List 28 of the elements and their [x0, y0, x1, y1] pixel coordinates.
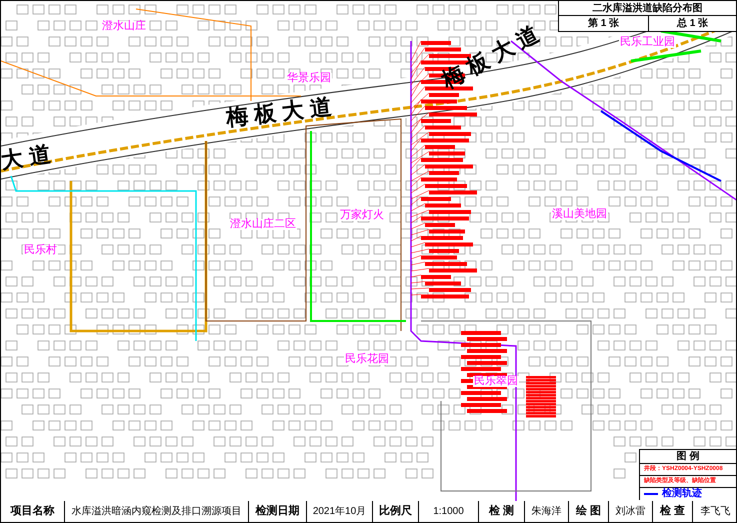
- area-name: 澄水山庄: [101, 21, 147, 32]
- road-name: 梅板大道: [225, 95, 339, 129]
- legend-title: 图 例: [640, 450, 736, 464]
- road-name: 梅板大道: [438, 20, 548, 92]
- footer-label: 项目名称: [1, 501, 65, 522]
- area-name: 华景乐园: [286, 73, 332, 84]
- sheet-number: 第 1 张: [559, 16, 649, 31]
- footer-value: 朱海洋: [525, 501, 569, 522]
- area-name: 溪山美地园: [551, 209, 608, 220]
- sheet-total: 总 1 张: [676, 16, 710, 31]
- footer-label: 检测日期: [249, 501, 307, 522]
- footer-label: 比例尺: [373, 501, 419, 522]
- footer-label: 检 测: [479, 501, 525, 522]
- footer-value: 2021年10月: [307, 501, 373, 522]
- footer-value: 刘冰雷: [609, 501, 653, 522]
- footer-value: 1:1000: [419, 501, 479, 522]
- area-name: 民乐村: [23, 245, 58, 256]
- footer-value: 水库溢洪暗涵内窥检测及排口溯源项目: [65, 501, 249, 522]
- legend-label: 检测轨迹: [662, 489, 702, 499]
- footer-value: 李飞飞: [700, 504, 732, 518]
- area-name: 万家灯火: [339, 210, 385, 221]
- footer-label: 绘 图: [569, 501, 609, 522]
- footer-label: 检 查: [653, 501, 693, 522]
- area-name: 民乐花园: [344, 354, 390, 365]
- area-name: 民乐翠园: [473, 376, 519, 387]
- area-name: 澄水山庄二区: [229, 219, 297, 230]
- area-name: 民乐工业园: [619, 37, 676, 48]
- drawing-title: 二水库溢洪道缺陷分布图: [559, 1, 736, 16]
